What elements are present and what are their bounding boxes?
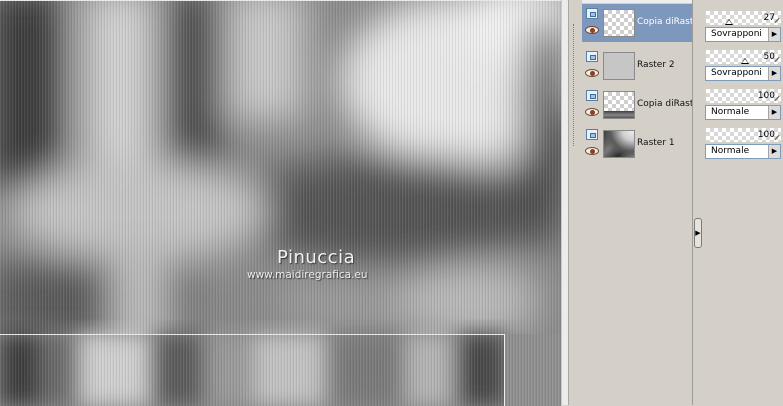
chevron-right-icon[interactable]: ▶ (768, 67, 780, 80)
opacity-slider-thumb[interactable] (724, 19, 733, 25)
blend-mode-dropdown[interactable]: Normale ▶ (705, 144, 781, 159)
layer-type-icon[interactable] (586, 51, 598, 62)
layer-row-raster-2[interactable]: Raster 2 (582, 47, 692, 85)
visibility-eye-icon[interactable] (585, 26, 599, 34)
chevron-right-icon[interactable]: ▶ (768, 145, 780, 158)
layer-properties-row: 100 Normale ▶ (703, 86, 783, 124)
opacity-slider[interactable]: 100 (706, 128, 781, 142)
opacity-value: 100 (757, 130, 775, 140)
visibility-eye-icon[interactable] (585, 69, 599, 77)
layer-properties-panel: 27 Sovrapponi ▶ 50 Sovrapponi ▶ 100 Norm… (703, 0, 783, 405)
blend-mode-value: Normale (711, 146, 750, 156)
layer-row-raster-1[interactable]: Raster 1 (582, 125, 692, 163)
layers-panel-top-edge (582, 0, 692, 3)
layer-type-icon[interactable] (586, 90, 598, 101)
layer-type-icon[interactable] (586, 129, 598, 140)
blend-mode-dropdown[interactable]: Sovrapponi ▶ (705, 27, 781, 42)
layer-name[interactable]: Raster 2 (637, 60, 692, 70)
chevron-right-icon[interactable]: ▶ (768, 28, 780, 41)
opacity-value: 50 (763, 52, 775, 62)
layer-name[interactable]: Copia diRaster 1 (637, 99, 692, 109)
visibility-eye-icon[interactable] (585, 108, 599, 116)
blend-mode-value: Sovrapponi (711, 29, 762, 39)
visibility-eye-icon[interactable] (585, 147, 599, 155)
opacity-slider-thumb[interactable] (741, 58, 749, 64)
watermark-url: www.maidiregrafica.eu (247, 269, 368, 281)
opacity-slider[interactable]: 27 (706, 11, 781, 25)
layer-row-copia-raster-1[interactable]: Copia diRaster 1 (582, 86, 692, 124)
layer-name[interactable]: Copia diRaster 2 (637, 17, 692, 27)
opacity-slider[interactable]: 100 (706, 89, 781, 103)
layer-tree-line (573, 24, 574, 146)
resize-grip-icon (774, 96, 780, 101)
opacity-value: 27 (763, 13, 775, 23)
blend-mode-dropdown[interactable]: Normale ▶ (705, 105, 781, 120)
layer-thumbnail (603, 52, 635, 80)
opacity-slider[interactable]: 50 (706, 50, 781, 64)
blend-mode-dropdown[interactable]: Sovrapponi ▶ (705, 66, 781, 81)
watermark-title: Pinuccia (277, 247, 356, 268)
layer-type-icon[interactable] (586, 8, 598, 19)
layer-thumbnail (603, 91, 635, 119)
chevron-right-icon: ▶ (695, 229, 701, 237)
layer-properties-row: 100 Normale ▶ (703, 125, 783, 163)
layer-name[interactable]: Raster 1 (637, 138, 692, 148)
layer-properties-row: 50 Sovrapponi ▶ (703, 47, 783, 85)
resize-grip-icon (774, 18, 780, 23)
layer-row-copia-raster-2[interactable]: Copia diRaster 2 (582, 4, 692, 42)
resize-grip-icon (774, 135, 780, 140)
canvas-artwork (0, 1, 561, 406)
collapse-panel-button[interactable]: ▶ (694, 218, 702, 248)
blend-mode-value: Normale (711, 107, 750, 117)
layer-properties-row: 27 Sovrapponi ▶ (703, 8, 783, 46)
chevron-right-icon[interactable]: ▶ (768, 106, 780, 119)
layer-thumbnail (603, 130, 635, 158)
blend-mode-value: Sovrapponi (711, 68, 762, 78)
layers-panel: Copia diRaster 2 Raster 2 Copia diRaster… (582, 0, 692, 405)
layer-thumbnail (603, 9, 635, 37)
panel-divider[interactable] (568, 0, 583, 405)
opacity-value: 100 (757, 91, 775, 101)
image-canvas[interactable]: Pinuccia www.maidiregrafica.eu (0, 0, 561, 406)
resize-grip-icon (774, 57, 780, 62)
